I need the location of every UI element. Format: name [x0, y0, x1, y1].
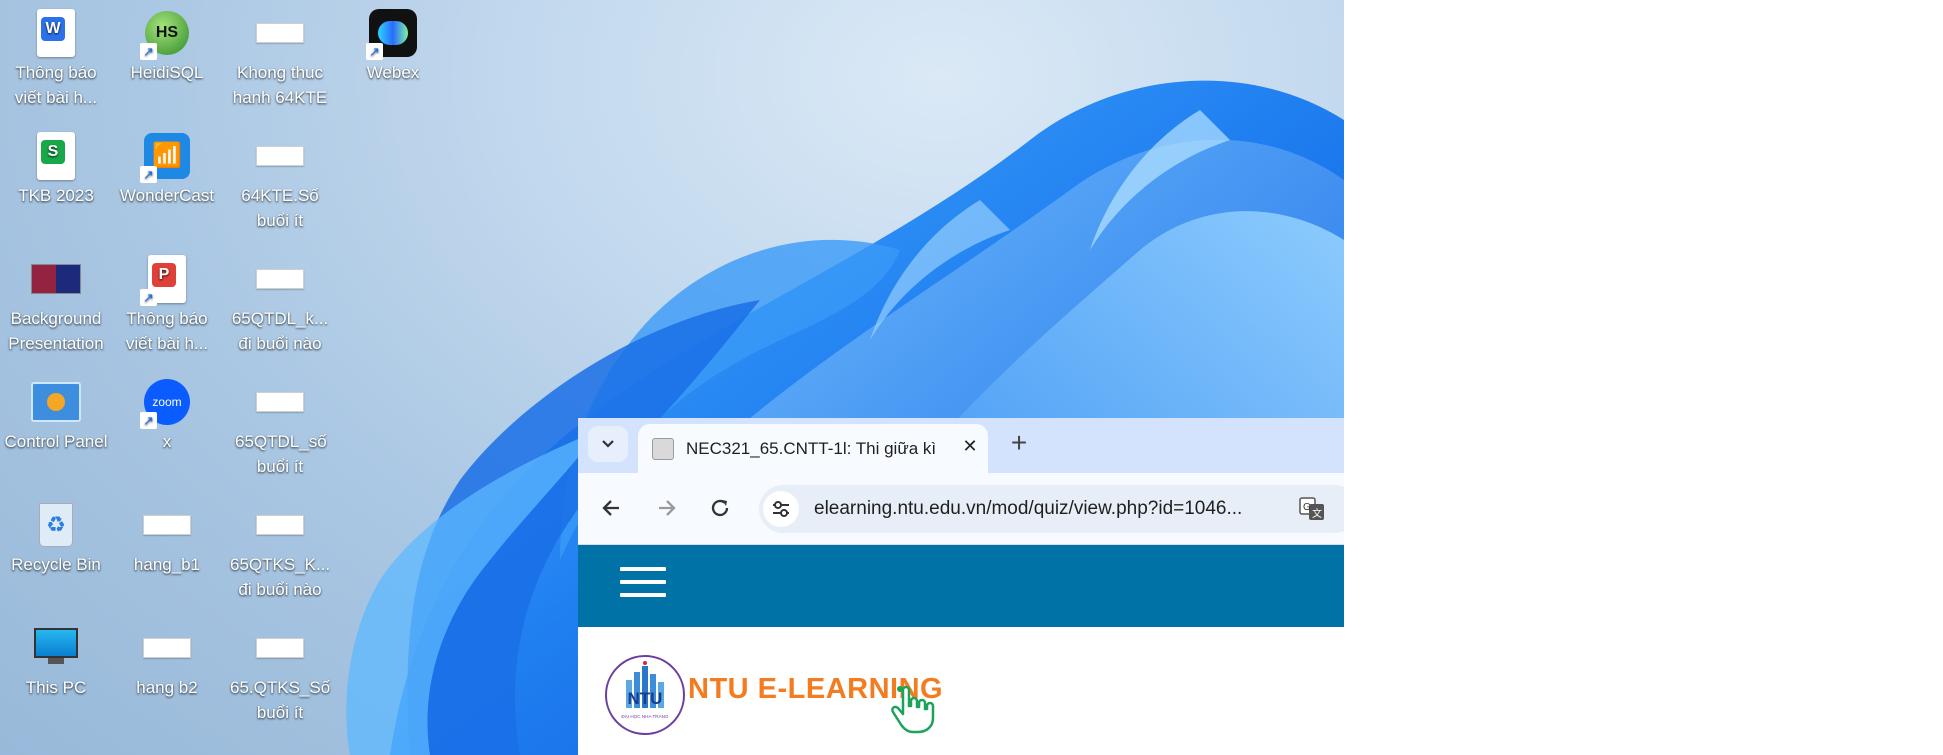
- browser-window: NEC321_65.CNTT-1l: Thi giữa kì ✕ + elear…: [578, 418, 1344, 755]
- desktop-icon-label: 65QTDL_k... đi buổi nào: [231, 309, 329, 353]
- spreadsheet-thumbnail-icon: [256, 638, 304, 658]
- spreadsheet-thumbnail-icon: [143, 638, 191, 658]
- desktop-icon-tkb-2023[interactable]: S TKB 2023: [2, 129, 110, 208]
- desktop-icon-khong-thuc-hanh[interactable]: Khong thuc hanh 64KTE: [226, 6, 334, 110]
- page-favicon-icon: [652, 438, 674, 460]
- desktop-icon-label: 65QTKS_K... đi buổi nào: [230, 555, 331, 599]
- desktop-icon-label: 64KTE.Số buổi ít: [241, 186, 319, 230]
- spreadsheet-thumbnail-icon: [256, 269, 304, 289]
- desktop-icon-recycle-bin[interactable]: ♻ Recycle Bin: [2, 498, 110, 577]
- tab-search-button[interactable]: [588, 426, 628, 462]
- desktop-icon-label: 65.QTKS_Số buổi ít: [230, 678, 331, 722]
- desktop-icon-65qtks-so[interactable]: 65.QTKS_Số buổi ít: [226, 621, 334, 725]
- control-panel-icon: [31, 382, 81, 422]
- desktop-icon-wondercast[interactable]: 📶 ↗ WonderCast: [113, 129, 221, 208]
- tab-title: NEC321_65.CNTT-1l: Thi giữa kì: [686, 439, 937, 458]
- desktop-icon-webex[interactable]: ↗ Webex: [339, 6, 447, 85]
- chevron-down-icon: [602, 440, 614, 448]
- desktop-icon-label: Recycle Bin: [11, 555, 101, 574]
- arrow-left-icon: [602, 500, 619, 516]
- seal-caption: ĐẠI HỌC NHA TRANG: [621, 714, 669, 719]
- browser-toolbar: elearning.ntu.edu.vn/mod/quiz/view.php?i…: [578, 473, 1344, 545]
- menu-icon[interactable]: [620, 567, 666, 601]
- close-icon[interactable]: ✕: [958, 434, 982, 458]
- desktop-icon-label: Webex: [366, 63, 420, 82]
- desktop-icon-label: Thông báo viết bài h...: [14, 63, 98, 107]
- desktop-icon-background-presentation[interactable]: Background Presentation: [2, 252, 110, 356]
- ntu-seal-logo[interactable]: NTU ĐẠI HỌC NHA TRANG: [604, 654, 686, 736]
- desktop-icon-zoom[interactable]: zoom ↗ x: [113, 375, 221, 454]
- desktop-icon-65qtdl-k[interactable]: 65QTDL_k... đi buổi nào: [226, 252, 334, 356]
- sheet-document-icon: S: [37, 132, 75, 180]
- spreadsheet-thumbnail-icon: [143, 515, 191, 535]
- desktop-icon-label: Background Presentation: [8, 309, 104, 353]
- desktop-icon-hang-b1[interactable]: hang_b1: [113, 498, 221, 577]
- seal-text: NTU: [628, 689, 663, 708]
- desktop-icon-pdf[interactable]: P ↗ Thông báo viết bài h...: [113, 252, 221, 356]
- desktop-icon-label: hang b2: [136, 678, 198, 697]
- page-content: NTU ĐẠI HỌC NHA TRANG NTU E-LEARNING: [578, 627, 1344, 755]
- shortcut-arrow-icon: ↗: [140, 43, 157, 60]
- desktop-icon-hang-b2[interactable]: hang b2: [113, 621, 221, 700]
- presentation-thumbnail-icon: [31, 264, 81, 294]
- address-bar[interactable]: elearning.ntu.edu.vn/mod/quiz/view.php?i…: [759, 485, 1344, 533]
- back-button[interactable]: [595, 491, 629, 525]
- desktop-icon-label: TKB 2023: [18, 186, 94, 205]
- site-info-button[interactable]: [763, 491, 799, 527]
- arrow-right-icon: [659, 500, 676, 516]
- hand-pointer-icon: [891, 685, 935, 734]
- spreadsheet-thumbnail-icon: [256, 146, 304, 166]
- desktop-icon-label: HeidiSQL: [130, 63, 204, 82]
- shortcut-arrow-icon: ↗: [140, 412, 157, 429]
- desktop-icon-label: WonderCast: [119, 186, 215, 205]
- svg-text:文: 文: [1312, 507, 1322, 520]
- desktop-icon-label: hang_b1: [133, 555, 201, 574]
- desktop-icon-64kte[interactable]: 64KTE.Số buổi ít: [226, 129, 334, 233]
- monitor-icon: [34, 628, 78, 668]
- desktop-icon-control-panel[interactable]: Control Panel: [2, 375, 110, 454]
- shortcut-arrow-icon: ↗: [366, 43, 383, 60]
- site-navbar: [578, 545, 1344, 627]
- reload-icon: [711, 499, 729, 517]
- desktop-icon-this-pc[interactable]: This PC: [2, 621, 110, 700]
- desktop-icon-label: Thông báo viết bài h...: [125, 309, 209, 353]
- new-tab-button[interactable]: +: [1003, 428, 1035, 460]
- desktop-icon-label: This PC: [25, 678, 87, 697]
- tune-icon: [773, 501, 789, 517]
- desktop-icon-heidisql[interactable]: HS ↗ HeidiSQL: [113, 6, 221, 85]
- reload-button[interactable]: [703, 491, 737, 525]
- shortcut-arrow-icon: ↗: [140, 166, 157, 183]
- url-text: elearning.ntu.edu.vn/mod/quiz/view.php?i…: [814, 498, 1243, 519]
- desktop-icon-65qtks-k[interactable]: 65QTKS_K... đi buổi nào: [226, 498, 334, 602]
- desktop-icon-label: Khong thuc hanh 64KTE: [232, 63, 328, 107]
- desktop-icon-65qtdl-so[interactable]: 65QTDL_số buổi ít: [226, 375, 334, 479]
- svg-text:G: G: [1303, 502, 1311, 513]
- forward-button[interactable]: [649, 491, 683, 525]
- spreadsheet-thumbnail-icon: [256, 23, 304, 43]
- desktop-icon-label: 65QTDL_số buổi ít: [235, 432, 327, 476]
- desktop-icon-label: x: [162, 432, 172, 451]
- desktop-icon-label: Control Panel: [4, 432, 108, 451]
- tab-active[interactable]: NEC321_65.CNTT-1l: Thi giữa kì ✕: [638, 424, 988, 473]
- spreadsheet-thumbnail-icon: [256, 392, 304, 412]
- translate-icon[interactable]: G文: [1299, 496, 1325, 522]
- tab-strip: NEC321_65.CNTT-1l: Thi giữa kì ✕ +: [578, 418, 1344, 473]
- desktop-icon-word-doc[interactable]: W Thông báo viết bài h...: [2, 6, 110, 110]
- word-document-icon: W: [37, 9, 75, 57]
- spreadsheet-thumbnail-icon: [256, 515, 304, 535]
- shortcut-arrow-icon: ↗: [140, 289, 157, 306]
- recycle-bin-icon: ♻: [39, 503, 73, 547]
